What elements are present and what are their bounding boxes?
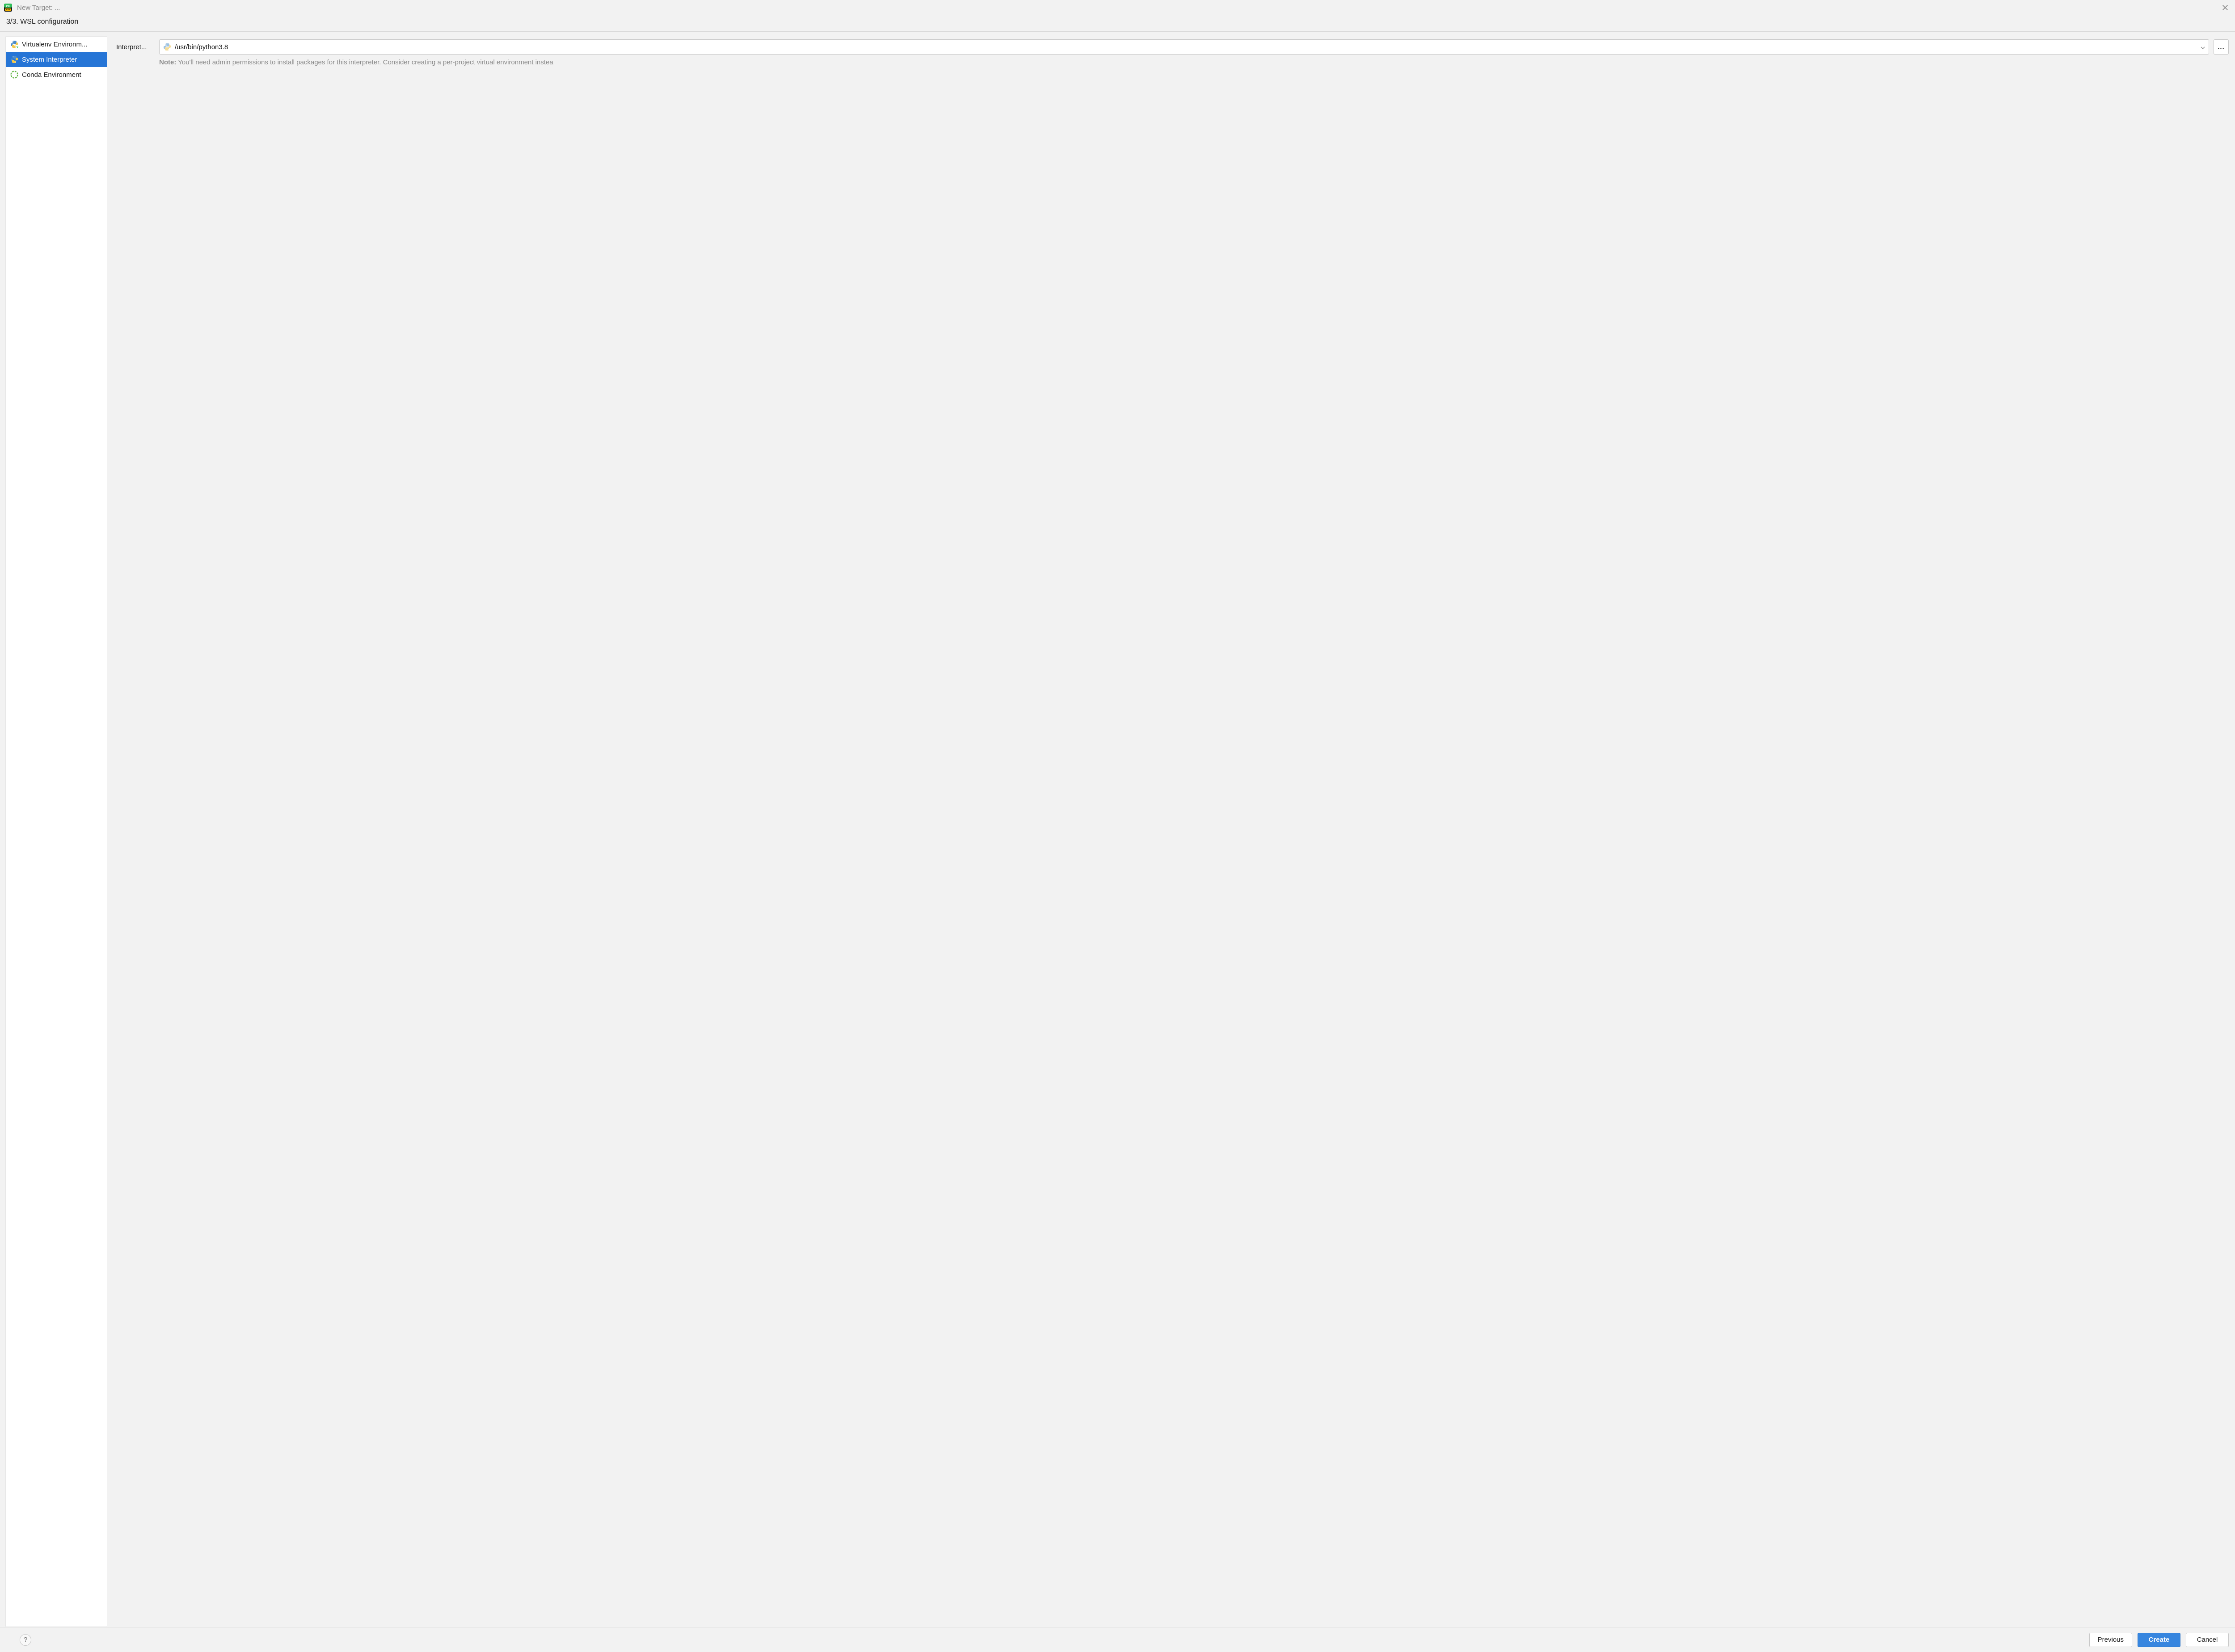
- python-icon: [10, 55, 18, 63]
- conda-icon: [10, 71, 18, 79]
- ellipsis-icon: ...: [2218, 43, 2225, 51]
- sidebar-item-conda[interactable]: Conda Environment: [6, 67, 107, 82]
- close-button[interactable]: [2219, 1, 2231, 14]
- browse-interpreter-button[interactable]: ...: [2214, 39, 2229, 55]
- dialog-main-area: v Virtualenv Environm... System Interpre…: [0, 32, 2235, 1627]
- pycharm-app-icon: PC EAP: [4, 3, 13, 12]
- sidebar-item-label: System Interpreter: [22, 56, 77, 63]
- interpreter-row: Interpret... /usr/bin/python3.8: [116, 38, 2235, 56]
- close-icon: [2222, 4, 2228, 11]
- chevron-down-icon: [2201, 43, 2205, 51]
- note-prefix: Note:: [159, 59, 176, 66]
- window-title: New Target: ...: [17, 4, 60, 12]
- interpreter-type-list: v Virtualenv Environm... System Interpre…: [5, 36, 107, 1627]
- titlebar: PC EAP New Target: ...: [0, 0, 2235, 15]
- dialog-window: PC EAP New Target: ... 3/3. WSL configur…: [0, 0, 2235, 1652]
- dialog-footer: ? Previous Create Cancel: [0, 1627, 2235, 1652]
- sidebar-item-label: Conda Environment: [22, 71, 81, 79]
- permissions-note: Note: You'll need admin permissions to i…: [116, 56, 2235, 66]
- svg-text:v: v: [17, 46, 18, 48]
- create-button[interactable]: Create: [2138, 1633, 2180, 1647]
- python-venv-icon: v: [10, 40, 18, 48]
- python-icon: [163, 43, 171, 51]
- sidebar-item-system-interpreter[interactable]: System Interpreter: [6, 52, 107, 67]
- note-text: You'll need admin permissions to install…: [176, 59, 553, 66]
- help-button[interactable]: ?: [20, 1634, 31, 1646]
- svg-text:EAP: EAP: [6, 8, 10, 11]
- previous-button[interactable]: Previous: [2089, 1633, 2132, 1647]
- interpreter-combo[interactable]: /usr/bin/python3.8: [159, 39, 2209, 55]
- svg-text:PC: PC: [6, 5, 10, 8]
- interpreter-config-panel: Interpret... /usr/bin/python3.8: [107, 36, 2235, 1627]
- cancel-button[interactable]: Cancel: [2186, 1633, 2229, 1647]
- help-icon: ?: [24, 1636, 27, 1644]
- sidebar-item-virtualenv[interactable]: v Virtualenv Environm...: [6, 37, 107, 52]
- interpreter-value: /usr/bin/python3.8: [175, 43, 2197, 51]
- interpreter-label: Interpret...: [116, 43, 155, 51]
- sidebar-item-label: Virtualenv Environm...: [22, 41, 87, 48]
- wizard-step-label: 3/3. WSL configuration: [0, 15, 2235, 32]
